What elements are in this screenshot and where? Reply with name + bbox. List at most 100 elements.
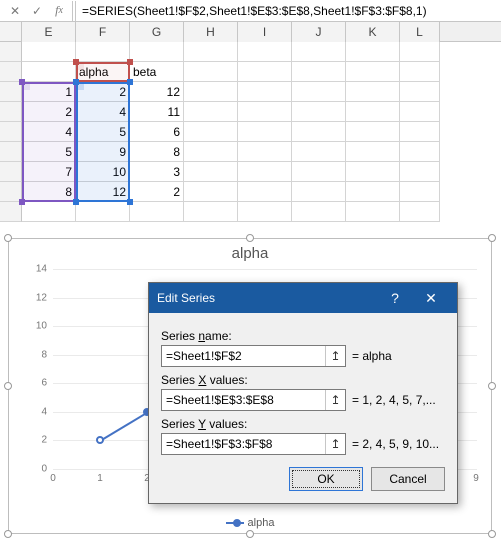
cell[interactable] <box>292 42 346 62</box>
cell[interactable] <box>130 42 184 62</box>
ok-button[interactable]: OK <box>289 467 363 491</box>
chart-legend[interactable]: alpha <box>9 517 491 529</box>
col-header[interactable]: E <box>22 22 76 42</box>
cell[interactable] <box>184 82 238 102</box>
cell[interactable] <box>400 182 440 202</box>
series-x-input[interactable] <box>162 390 325 410</box>
cell[interactable] <box>238 182 292 202</box>
col-header[interactable]: G <box>130 22 184 42</box>
cell[interactable] <box>400 122 440 142</box>
cell[interactable]: 11 <box>130 102 184 122</box>
cell[interactable] <box>292 202 346 222</box>
cancel-button[interactable]: Cancel <box>371 467 445 491</box>
formula-cancel-icon[interactable]: ✕ <box>4 1 26 21</box>
cell[interactable] <box>238 202 292 222</box>
cell[interactable] <box>184 202 238 222</box>
cell[interactable]: 9 <box>76 142 130 162</box>
cell[interactable]: 4 <box>22 122 76 142</box>
cell[interactable]: 2 <box>76 82 130 102</box>
cell[interactable] <box>184 102 238 122</box>
formula-input[interactable] <box>75 1 497 21</box>
selection-handle[interactable] <box>127 59 133 65</box>
row-header[interactable] <box>0 82 22 102</box>
collapse-dialog-icon[interactable]: ↥ <box>325 434 345 454</box>
cell-beta-header[interactable]: beta <box>130 62 184 82</box>
cell[interactable] <box>400 82 440 102</box>
cell[interactable] <box>292 162 346 182</box>
cell[interactable] <box>22 62 76 82</box>
cell[interactable] <box>238 42 292 62</box>
cell[interactable] <box>130 202 184 222</box>
collapse-dialog-icon[interactable]: ↥ <box>325 390 345 410</box>
cell[interactable] <box>238 102 292 122</box>
chart-resize-handle[interactable] <box>488 530 496 538</box>
cell[interactable] <box>184 182 238 202</box>
cell[interactable] <box>238 162 292 182</box>
cell[interactable]: 8 <box>130 142 184 162</box>
chart-resize-handle[interactable] <box>246 234 254 242</box>
cell[interactable] <box>292 182 346 202</box>
cell[interactable]: 12 <box>76 182 130 202</box>
cell[interactable]: 7 <box>22 162 76 182</box>
col-header[interactable]: I <box>238 22 292 42</box>
selection-handle[interactable] <box>127 199 133 205</box>
cell[interactable] <box>346 102 400 122</box>
chart-resize-handle[interactable] <box>4 530 12 538</box>
cell[interactable]: 5 <box>22 142 76 162</box>
row-header[interactable] <box>0 202 22 222</box>
cell[interactable] <box>346 162 400 182</box>
chart-title[interactable]: alpha <box>9 245 491 262</box>
chart-resize-handle[interactable] <box>246 530 254 538</box>
formula-accept-icon[interactable]: ✓ <box>26 1 48 21</box>
cell[interactable] <box>292 62 346 82</box>
cell[interactable]: 10 <box>76 162 130 182</box>
row-header[interactable] <box>0 162 22 182</box>
col-header[interactable]: K <box>346 22 400 42</box>
series-line[interactable] <box>99 412 147 442</box>
cell[interactable] <box>400 62 440 82</box>
cell[interactable] <box>346 62 400 82</box>
col-header[interactable]: J <box>292 22 346 42</box>
select-all-corner[interactable] <box>0 22 22 42</box>
chart-resize-handle[interactable] <box>488 382 496 390</box>
close-icon[interactable]: ✕ <box>413 283 449 313</box>
cell[interactable] <box>238 62 292 82</box>
fx-icon[interactable]: fx <box>48 1 70 21</box>
cell[interactable] <box>400 42 440 62</box>
cell[interactable] <box>292 102 346 122</box>
dialog-titlebar[interactable]: Edit Series ? ✕ <box>149 283 457 313</box>
cell[interactable] <box>346 82 400 102</box>
series-y-input[interactable] <box>162 434 325 454</box>
cell[interactable]: 2 <box>130 182 184 202</box>
cell[interactable] <box>400 202 440 222</box>
cell[interactable] <box>238 122 292 142</box>
cell[interactable] <box>400 162 440 182</box>
selection-handle[interactable] <box>73 59 79 65</box>
data-point[interactable] <box>96 436 104 444</box>
spreadsheet-grid[interactable]: E F G H I J K L alpha beta 1 2 12 2 4 11… <box>0 22 501 222</box>
selection-handle[interactable] <box>127 79 133 85</box>
cell[interactable] <box>22 202 76 222</box>
cell[interactable] <box>346 202 400 222</box>
cell[interactable]: 4 <box>76 102 130 122</box>
cell[interactable] <box>238 82 292 102</box>
row-header[interactable] <box>0 42 22 62</box>
cell[interactable] <box>76 42 130 62</box>
selection-handle[interactable] <box>73 79 79 85</box>
cell[interactable]: 2 <box>22 102 76 122</box>
cell[interactable] <box>400 142 440 162</box>
selection-handle[interactable] <box>19 79 25 85</box>
col-header[interactable]: L <box>400 22 440 42</box>
cell[interactable]: 5 <box>76 122 130 142</box>
row-header[interactable] <box>0 122 22 142</box>
cell[interactable]: 1 <box>22 82 76 102</box>
collapse-dialog-icon[interactable]: ↥ <box>325 346 345 366</box>
col-header[interactable]: F <box>76 22 130 42</box>
cell[interactable] <box>184 162 238 182</box>
cell[interactable] <box>184 142 238 162</box>
row-header[interactable] <box>0 142 22 162</box>
cell[interactable]: 12 <box>130 82 184 102</box>
cell[interactable]: 8 <box>22 182 76 202</box>
chart-resize-handle[interactable] <box>488 234 496 242</box>
cell[interactable] <box>346 122 400 142</box>
